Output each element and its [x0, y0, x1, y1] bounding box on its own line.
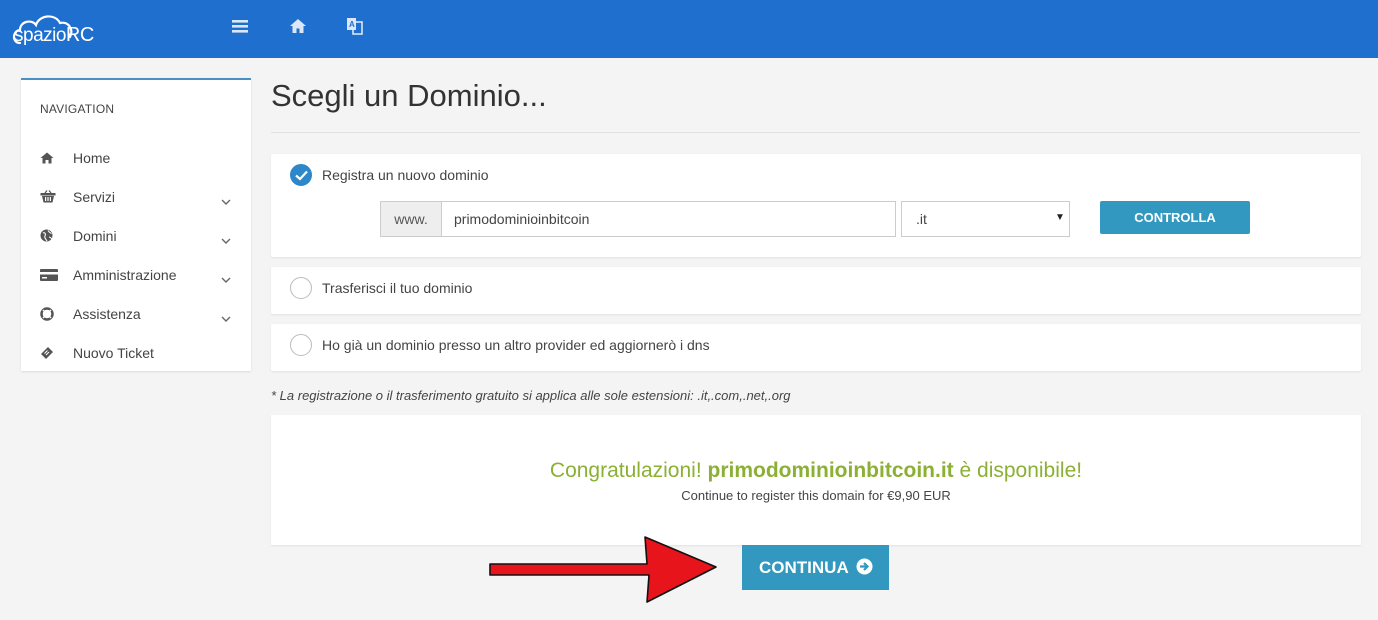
- logo-text: spazioRC: [14, 24, 94, 46]
- logo[interactable]: spazioRC: [10, 7, 120, 51]
- free-extensions-note: * La registrazione o il trasferimento gr…: [271, 388, 791, 403]
- tld-selected-value: .it: [916, 211, 927, 227]
- sidebar-item-label: Domini: [73, 228, 117, 244]
- sidebar: NAVIGATION Home Servizi Domini Amministr…: [21, 78, 251, 371]
- arrow-circle-right-icon: [856, 558, 873, 580]
- menu-icon[interactable]: [231, 16, 251, 36]
- www-prefix: www.: [380, 201, 441, 237]
- basket-icon: [40, 190, 56, 204]
- globe-icon: [40, 229, 56, 243]
- svg-text:A: A: [349, 20, 355, 29]
- home-icon[interactable]: [289, 16, 309, 36]
- own-domain-radio[interactable]: [290, 334, 312, 356]
- title-divider: [271, 132, 1360, 133]
- sidebar-item-domini[interactable]: Domini: [21, 219, 251, 253]
- continue-label: CONTINUA: [759, 558, 849, 577]
- check-domain-button[interactable]: CONTROLLA: [1100, 201, 1250, 234]
- own-domain-panel: Ho già un dominio presso un altro provid…: [271, 324, 1361, 371]
- register-radio[interactable]: [290, 164, 312, 186]
- own-domain-label[interactable]: Ho già un dominio presso un altro provid…: [322, 337, 710, 353]
- page-title: Scegli un Dominio...: [271, 78, 547, 113]
- availability-message: Congratulazioni! primodominioinbitcoin.i…: [549, 459, 1083, 482]
- sidebar-item-amministrazione[interactable]: Amministrazione: [21, 258, 251, 292]
- sidebar-item-label: Assistenza: [73, 306, 141, 322]
- transfer-radio[interactable]: [290, 277, 312, 299]
- sidebar-item-label: Home: [73, 150, 111, 166]
- register-label[interactable]: Registra un nuovo dominio: [322, 167, 489, 183]
- sidebar-item-nuovo-ticket[interactable]: Nuovo Ticket: [21, 336, 251, 370]
- credit-card-icon: [40, 268, 58, 282]
- chevron-down-icon: [221, 232, 231, 244]
- caret-down-icon: ▼: [1055, 212, 1065, 223]
- chevron-down-icon: [221, 271, 231, 283]
- tld-select[interactable]: .it ▼: [901, 201, 1070, 237]
- sidebar-item-home[interactable]: Home: [21, 141, 251, 175]
- available-domain: primodominioinbitcoin.it: [707, 459, 954, 482]
- ticket-icon: [40, 346, 56, 360]
- continue-button[interactable]: CONTINUA: [742, 545, 889, 590]
- price-text: Continue to register this domain for €9,…: [681, 488, 951, 503]
- transfer-label[interactable]: Trasferisci il tuo dominio: [322, 280, 472, 296]
- transfer-domain-panel: Trasferisci il tuo dominio: [271, 267, 1361, 314]
- availability-result: Congratulazioni! primodominioinbitcoin.i…: [271, 415, 1361, 545]
- register-domain-panel: Registra un nuovo dominio www. .it ▼ CON…: [271, 154, 1361, 257]
- sidebar-item-label: Nuovo Ticket: [73, 345, 154, 361]
- chevron-down-icon: [221, 193, 231, 205]
- lifebuoy-icon: [40, 307, 56, 321]
- sidebar-item-label: Amministrazione: [73, 267, 177, 283]
- red-arrow-icon: [487, 533, 719, 610]
- sidebar-item-assistenza[interactable]: Assistenza: [21, 297, 251, 331]
- domain-input[interactable]: [441, 201, 896, 237]
- check-icon: [295, 170, 308, 181]
- sidebar-item-label: Servizi: [73, 189, 116, 205]
- top-bar: spazioRC A: [0, 0, 1378, 58]
- sidebar-item-servizi[interactable]: Servizi: [21, 180, 251, 214]
- home-icon: [40, 151, 56, 165]
- translate-icon[interactable]: A: [346, 16, 366, 36]
- sidebar-heading: NAVIGATION: [40, 102, 115, 116]
- chevron-down-icon: [221, 310, 231, 322]
